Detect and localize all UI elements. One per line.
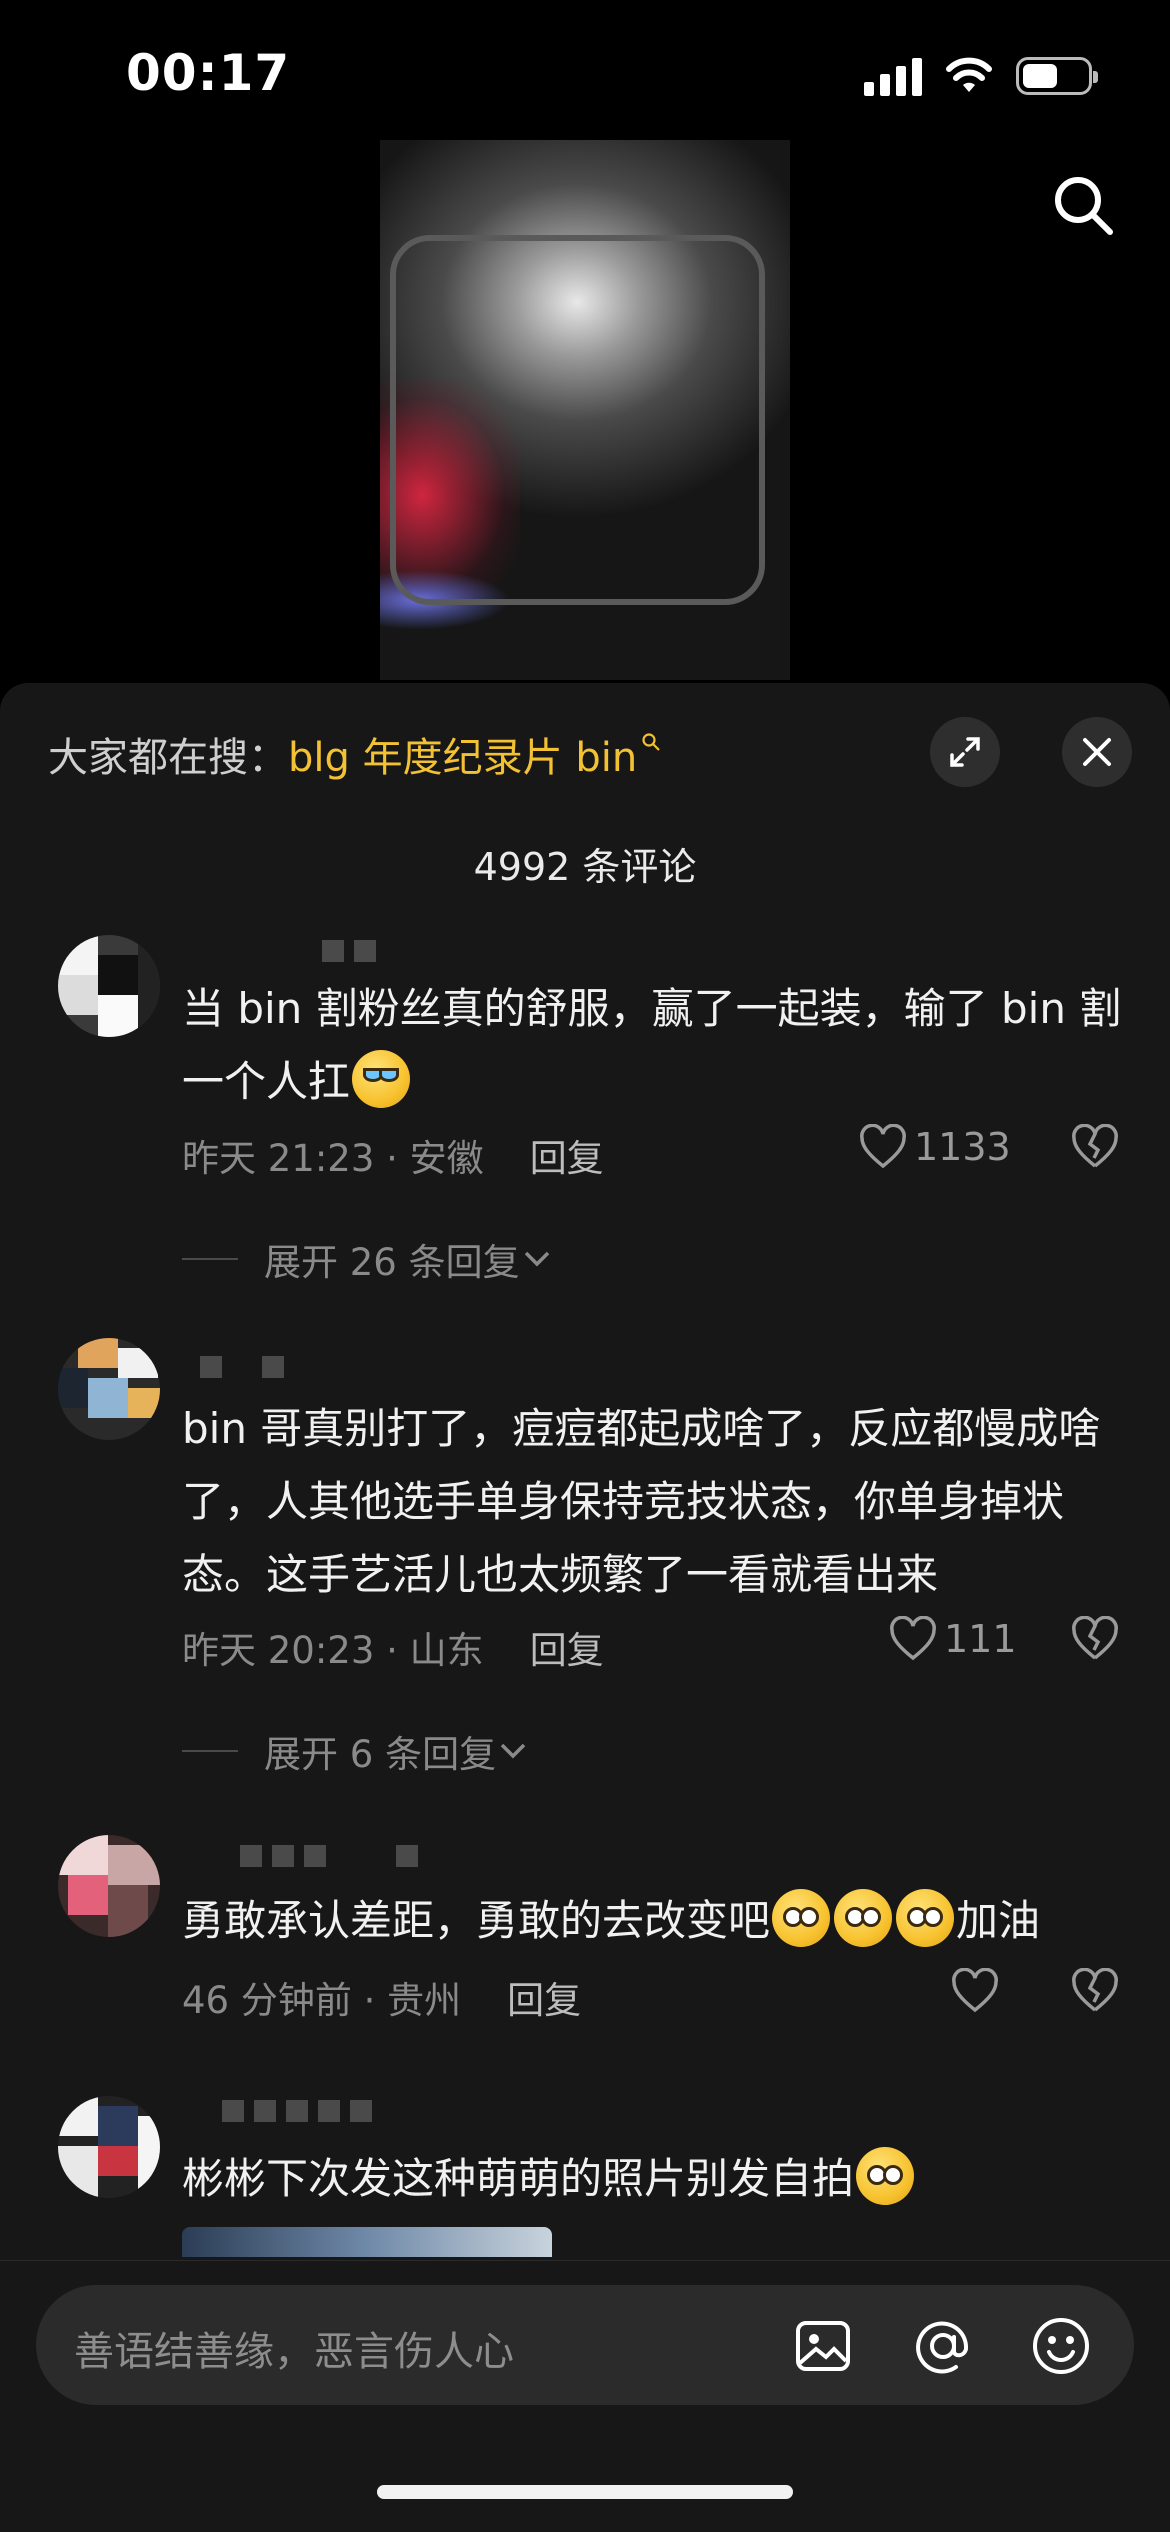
like-button[interactable]: 111 <box>888 1616 1017 1662</box>
broken-heart-icon[interactable] <box>1070 1124 1120 1170</box>
comment-text: bin 哥真别打了，痘痘都起成啥了，反应都慢成啥了，人其他选手单身保持竞技状态，… <box>182 1404 1101 1599</box>
avatar[interactable] <box>58 2096 160 2198</box>
like-count: 111 <box>944 1617 1017 1661</box>
username[interactable] <box>200 1356 284 1380</box>
wifi-icon <box>946 57 992 92</box>
status-icons <box>864 56 1098 96</box>
comment-text: 彬彬下次发这种萌萌的照片别发自拍 <box>182 2142 1122 2215</box>
expand-button[interactable] <box>930 717 1000 787</box>
comment-time-location: 46 分钟前 · 贵州 <box>182 1979 462 2022</box>
smiling-emoji-icon <box>896 1889 955 1947</box>
comment-text: 当 bin 割粉丝真的舒服，赢了一起装，输了 bin 割一个人扛 <box>182 984 1122 1108</box>
broken-heart-icon[interactable] <box>1070 1968 1120 2014</box>
username[interactable] <box>240 1845 418 1869</box>
comment-meta: 46 分钟前 · 贵州 回复 <box>182 1970 581 2024</box>
laughing-emoji-icon <box>352 1050 411 1108</box>
hot-search-prefix: 大家都在搜： <box>48 735 288 781</box>
expand-replies-button[interactable]: 展开 26 条回复 <box>182 1232 554 1286</box>
heart-icon <box>952 1968 998 2013</box>
avatar[interactable] <box>58 935 160 1037</box>
search-icon[interactable] <box>1048 170 1118 240</box>
avatar[interactable] <box>58 1835 160 1937</box>
like-button[interactable]: 1133 <box>858 1124 1011 1170</box>
reply-button[interactable]: 回复 <box>530 1128 604 1182</box>
battery-icon <box>1016 57 1098 95</box>
comment-input[interactable]: 善语结善缘，恶言伤人心 <box>36 2285 1134 2405</box>
expand-replies-button[interactable]: 展开 6 条回复 <box>182 1724 530 1778</box>
expand-icon <box>950 737 980 767</box>
avatar[interactable] <box>58 1338 160 1440</box>
smiling-emoji-icon <box>834 1889 893 1947</box>
comment-time-location: 昨天 21:23 · 安徽 <box>182 1137 484 1180</box>
broken-heart-icon[interactable] <box>1070 1616 1120 1662</box>
chevron-down-icon <box>500 1743 526 1759</box>
small-search-icon <box>642 733 660 751</box>
smiling-emoji-icon <box>856 2147 915 2205</box>
like-button[interactable] <box>950 1968 1000 2014</box>
comment-text: 勇敢承认差距，勇敢的去改变吧 加油 <box>182 1884 1122 1957</box>
close-button[interactable] <box>1062 717 1132 787</box>
like-count: 1133 <box>914 1125 1011 1169</box>
comment-input-placeholder: 善语结善缘，恶言伤人心 <box>74 2329 514 2375</box>
cellular-signal-icon <box>864 56 922 96</box>
username[interactable] <box>322 940 376 964</box>
heart-icon <box>890 1616 936 1661</box>
status-bar: 00:17 <box>0 0 1170 150</box>
video-preview[interactable] <box>380 140 790 680</box>
comment-meta: 昨天 21:23 · 安徽 回复 <box>182 1128 604 1182</box>
reply-button[interactable]: 回复 <box>530 1620 604 1674</box>
hot-search-bar[interactable]: 大家都在搜： blg 年度纪录片 bin <box>48 725 661 783</box>
username[interactable] <box>222 2100 372 2124</box>
status-time: 00:17 <box>126 44 291 102</box>
close-icon <box>1083 738 1111 766</box>
chevron-down-icon <box>524 1251 549 1267</box>
comment-input-area: 善语结善缘，恶言伤人心 <box>0 2260 1170 2532</box>
comment-meta: 昨天 20:23 · 山东 回复 <box>182 1620 604 1674</box>
comment-time-location: 昨天 20:23 · 山东 <box>182 1629 484 1672</box>
emoji-icon[interactable] <box>1030 2315 1092 2377</box>
heart-icon <box>860 1124 906 1169</box>
smiling-emoji-icon <box>772 1889 831 1947</box>
comment-image[interactable] <box>182 2227 552 2257</box>
home-indicator[interactable] <box>377 2485 793 2499</box>
hot-search-keyword[interactable]: blg 年度纪录片 bin <box>288 725 637 783</box>
comment-count: 4992 条评论 <box>473 845 697 889</box>
image-icon[interactable] <box>792 2315 854 2377</box>
at-icon[interactable] <box>912 2315 974 2377</box>
reply-button[interactable]: 回复 <box>507 1970 581 2024</box>
